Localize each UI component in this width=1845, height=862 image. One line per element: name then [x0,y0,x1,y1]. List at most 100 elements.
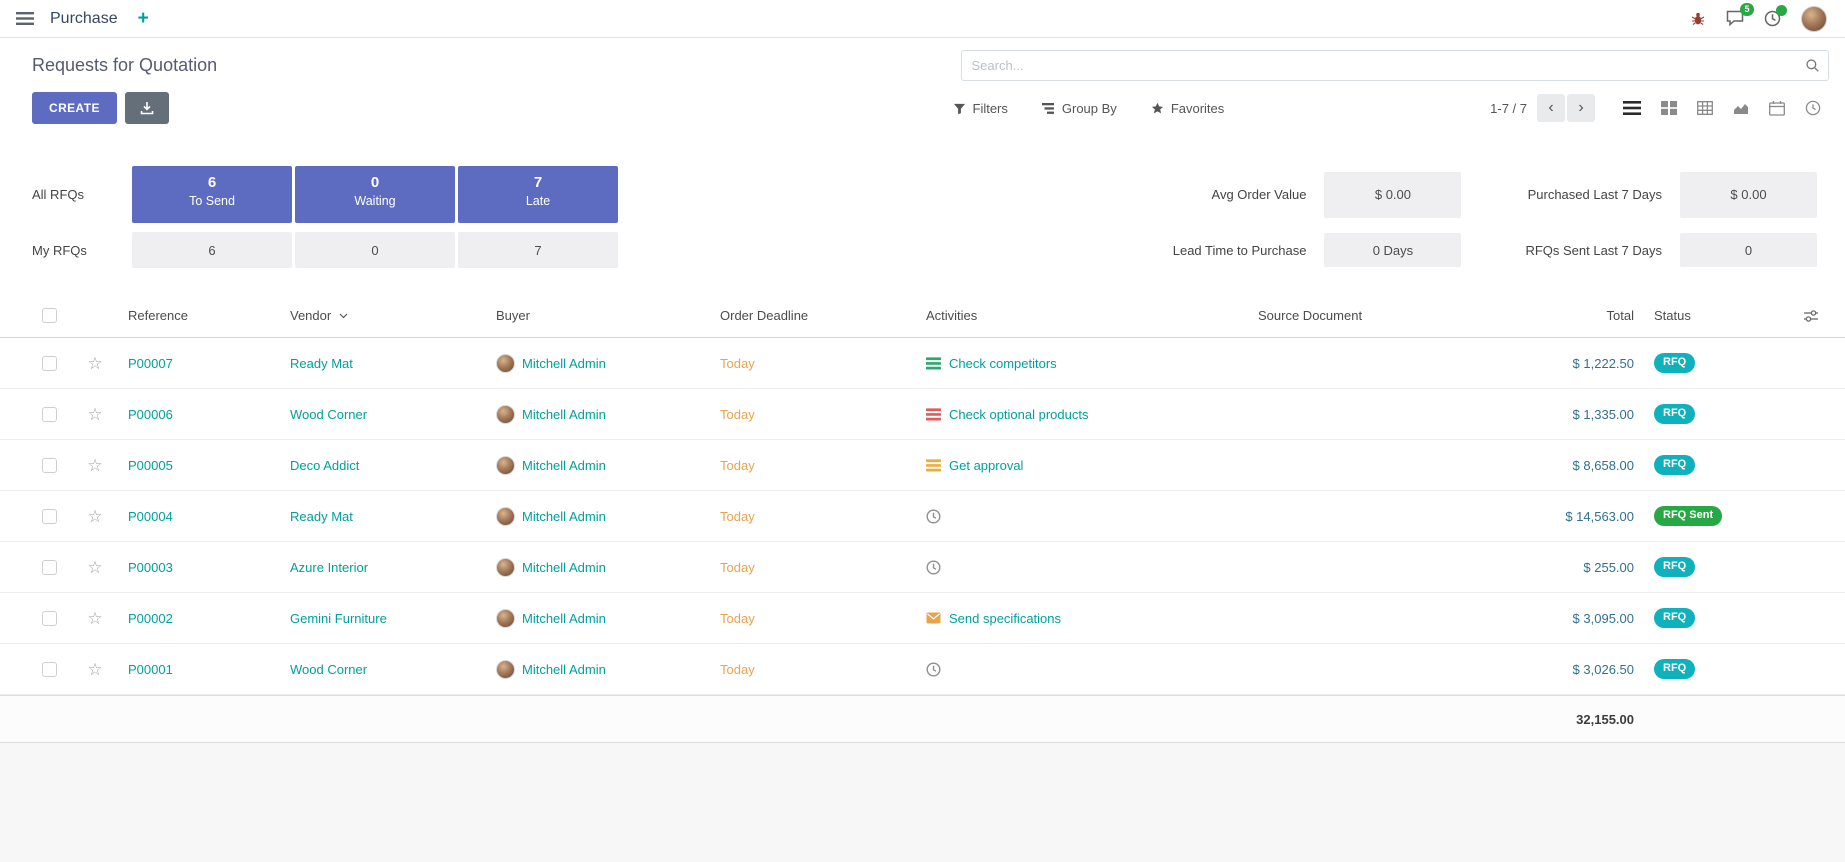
app-name[interactable]: Purchase [50,10,118,28]
buyer-link[interactable]: Mitchell Admin [522,356,606,371]
activity-button[interactable] [926,560,949,575]
activity-button[interactable] [926,509,949,524]
buyer-link[interactable]: Mitchell Admin [522,458,606,473]
vendor-link[interactable]: Azure Interior [290,560,368,575]
total-amount: $ 3,095.00 [1573,611,1634,626]
activity-label: Send specifications [949,611,1061,626]
table-row[interactable]: ☆ P00001 Wood Corner Mitchell Admin Toda… [0,644,1845,695]
order-deadline: Today [720,407,755,422]
vendor-link[interactable]: Gemini Furniture [290,611,387,626]
favorite-star-icon[interactable]: ☆ [87,355,102,372]
buyer-avatar [496,507,515,526]
reference-link[interactable]: P00003 [128,560,173,575]
header-order-deadline[interactable]: Order Deadline [710,308,916,323]
activity-button[interactable] [926,662,949,677]
favorite-star-icon[interactable]: ☆ [87,559,102,576]
tile-to-send[interactable]: 6 To Send [132,166,292,223]
buyer-avatar [496,558,515,577]
header-status[interactable]: Status [1644,308,1769,323]
row-checkbox[interactable] [42,458,57,473]
vendor-link[interactable]: Ready Mat [290,509,353,524]
vendor-link[interactable]: Wood Corner [290,407,367,422]
row-checkbox[interactable] [42,356,57,371]
pager-previous-button[interactable]: ‹ [1537,94,1565,122]
search-icon[interactable] [1805,58,1820,73]
header-total[interactable]: Total [1494,308,1644,323]
reference-link[interactable]: P00007 [128,356,173,371]
select-all-checkbox[interactable] [42,308,57,323]
favorites-button[interactable]: Favorites [1151,101,1224,116]
search-input[interactable] [961,50,1830,81]
row-checkbox[interactable] [42,407,57,422]
create-button[interactable]: CREATE [32,92,117,124]
messages-icon[interactable]: 5 [1726,10,1744,27]
activity-clock-icon [926,560,941,575]
debug-bug-icon[interactable] [1690,11,1706,27]
export-button[interactable] [125,92,169,124]
tile-my-waiting[interactable]: 0 [295,232,455,268]
header-source-document[interactable]: Source Document [1248,308,1494,323]
filters-button[interactable]: Filters [953,101,1008,116]
graph-view-button[interactable] [1733,101,1749,115]
table-row[interactable]: ☆ P00007 Ready Mat Mitchell Admin Today … [0,338,1845,389]
buyer-link[interactable]: Mitchell Admin [522,611,606,626]
vendor-link[interactable]: Deco Addict [290,458,359,473]
reference-link[interactable]: P00006 [128,407,173,422]
activity-button[interactable]: Send specifications [926,611,1061,626]
row-checkbox[interactable] [42,611,57,626]
pivot-view-button[interactable] [1697,101,1713,115]
reference-link[interactable]: P00005 [128,458,173,473]
table-row[interactable]: ☆ P00004 Ready Mat Mitchell Admin Today … [0,491,1845,542]
activity-button[interactable]: Get approval [926,458,1023,473]
header-vendor[interactable]: Vendor [280,308,486,323]
avg-order-value-label: Avg Order Value [1212,187,1307,202]
header-reference[interactable]: Reference [118,308,280,323]
row-checkbox[interactable] [42,509,57,524]
kanban-view-button[interactable] [1661,101,1677,115]
header-buyer[interactable]: Buyer [486,308,710,323]
buyer-link[interactable]: Mitchell Admin [522,407,606,422]
header-activities[interactable]: Activities [916,308,1248,323]
favorite-star-icon[interactable]: ☆ [87,508,102,525]
table-row[interactable]: ☆ P00005 Deco Addict Mitchell Admin Toda… [0,440,1845,491]
buyer-link[interactable]: Mitchell Admin [522,560,606,575]
row-checkbox[interactable] [42,560,57,575]
status-badge: RFQ [1654,455,1695,474]
buyer-link[interactable]: Mitchell Admin [522,662,606,677]
favorite-star-icon[interactable]: ☆ [87,406,102,423]
tile-waiting[interactable]: 0 Waiting [295,166,455,223]
activities-clock-icon[interactable] [1764,10,1781,27]
new-tab-plus-icon[interactable]: + [138,9,149,28]
row-star-cell: ☆ [72,559,118,576]
favorite-star-icon[interactable]: ☆ [87,457,102,474]
status-badge: RFQ [1654,353,1695,372]
list-view-button[interactable] [1623,101,1641,115]
tile-my-late[interactable]: 7 [458,232,618,268]
activity-button[interactable]: Check optional products [926,407,1088,422]
late-count: 7 [458,174,618,191]
reference-link[interactable]: P00004 [128,509,173,524]
calendar-view-button[interactable] [1769,101,1785,116]
buyer-avatar [496,354,515,373]
table-row[interactable]: ☆ P00003 Azure Interior Mitchell Admin T… [0,542,1845,593]
optional-columns-icon[interactable] [1803,309,1819,323]
row-checkbox[interactable] [42,662,57,677]
user-avatar[interactable] [1801,6,1827,32]
pager-next-button[interactable]: › [1567,94,1595,122]
favorite-star-icon[interactable]: ☆ [87,610,102,627]
table-row[interactable]: ☆ P00002 Gemini Furniture Mitchell Admin… [0,593,1845,644]
buyer-link[interactable]: Mitchell Admin [522,509,606,524]
table-row[interactable]: ☆ P00006 Wood Corner Mitchell Admin Toda… [0,389,1845,440]
row-select-cell [26,560,72,575]
activity-view-button[interactable] [1805,100,1821,116]
group-by-button[interactable]: Group By [1042,101,1117,116]
activity-button[interactable]: Check competitors [926,356,1057,371]
vendor-link[interactable]: Ready Mat [290,356,353,371]
vendor-link[interactable]: Wood Corner [290,662,367,677]
reference-link[interactable]: P00002 [128,611,173,626]
reference-link[interactable]: P00001 [128,662,173,677]
apps-menu-icon[interactable] [16,12,34,25]
tile-my-to-send[interactable]: 6 [132,232,292,268]
tile-late[interactable]: 7 Late [458,166,618,223]
favorite-star-icon[interactable]: ☆ [87,661,102,678]
